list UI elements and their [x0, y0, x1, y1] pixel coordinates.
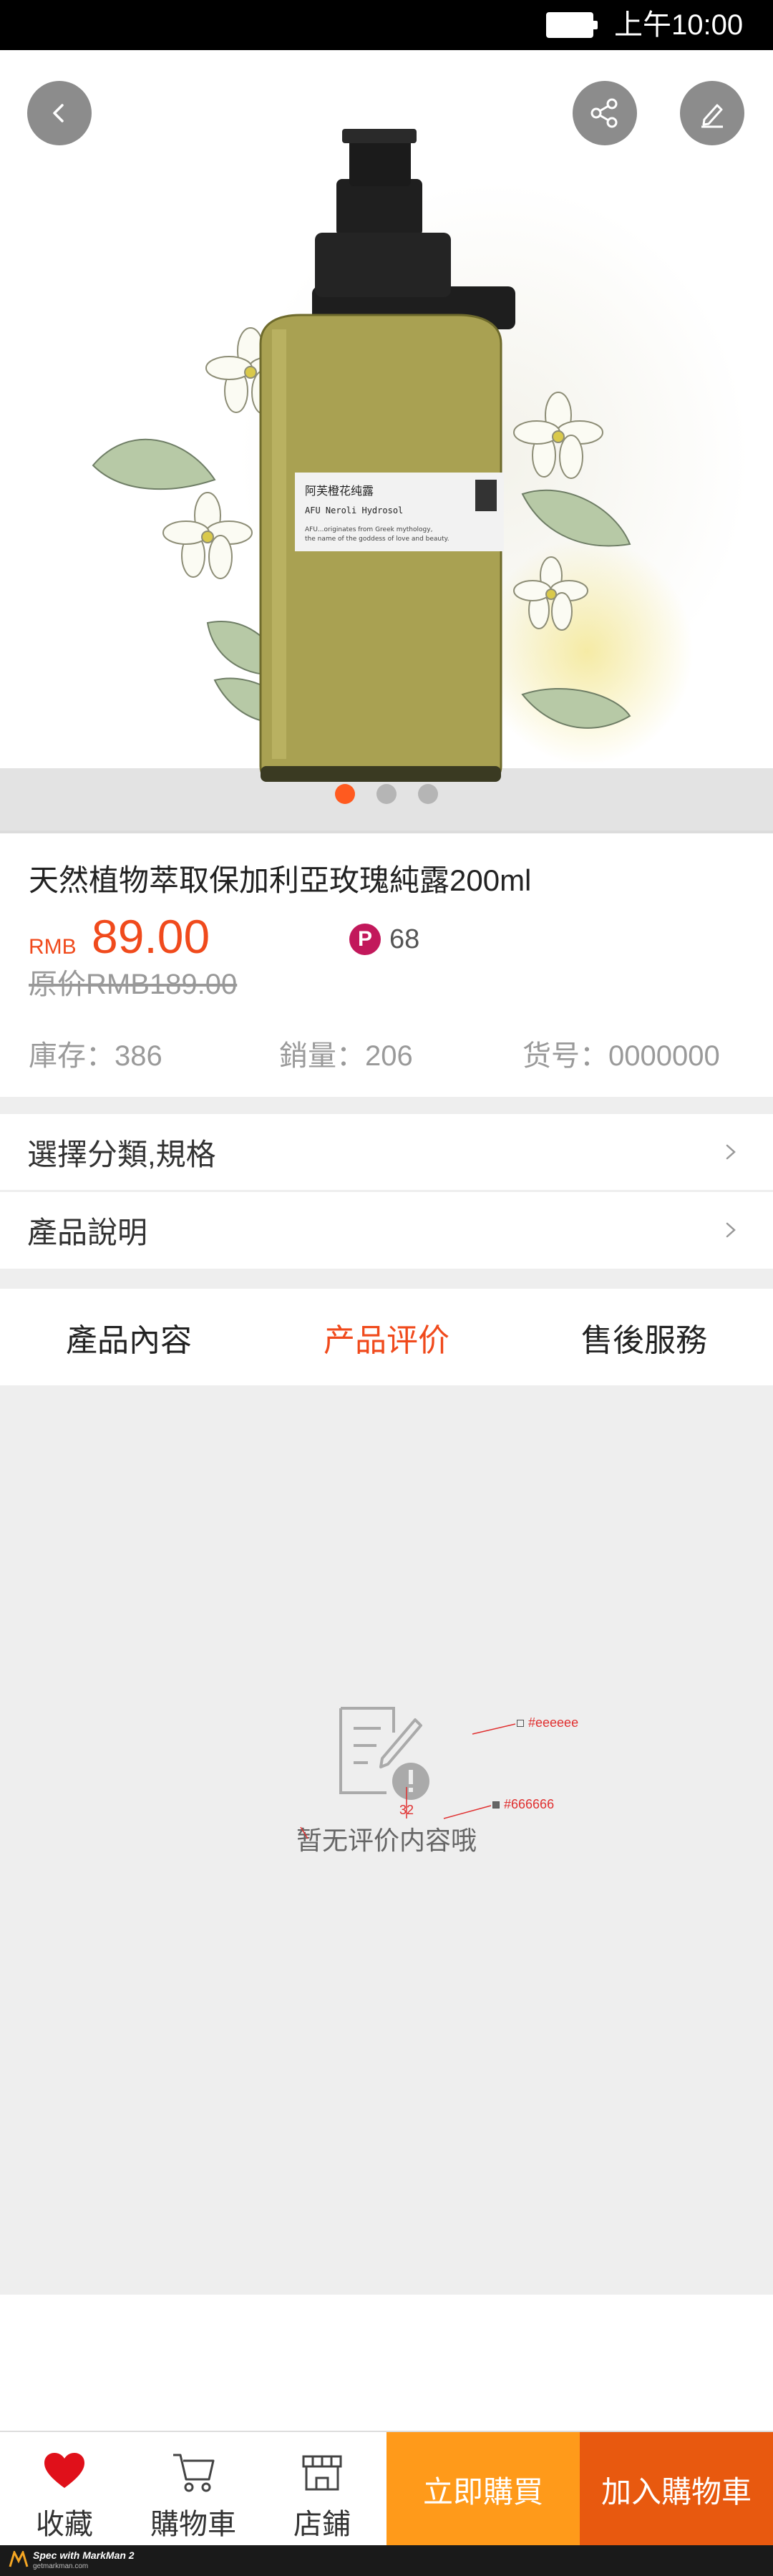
favorite-button[interactable]: 收藏: [0, 2432, 129, 2547]
cart-label: 購物車: [150, 2509, 236, 2540]
store-label: 店鋪: [293, 2509, 351, 2540]
spec-color-label: #eeeeee: [528, 1715, 579, 1730]
markman-logo-icon: [9, 2551, 29, 2567]
buy-now-button[interactable]: 立即購買: [386, 2432, 580, 2547]
spec-color-swatch: [492, 1801, 500, 1808]
favorite-label: 收藏: [36, 2509, 93, 2540]
store-button[interactable]: 店鋪: [258, 2432, 386, 2547]
spec-annotation-lines: [300, 1723, 516, 1839]
markman-url: getmarkman.com: [33, 2562, 89, 2570]
bottom-action-bar: 收藏 購物車 店鋪 立即購買 加入購物車: [0, 2431, 773, 2547]
markman-footer: Spec with MarkMan 2 getmarkman.com: [0, 2545, 773, 2576]
spec-color-label: #666666: [504, 1797, 555, 1811]
cart-icon: [173, 2454, 215, 2492]
heart-icon: [44, 2453, 84, 2488]
spec-color-swatch: [517, 1720, 524, 1727]
store-icon: [302, 2455, 342, 2491]
add-to-cart-button[interactable]: 加入購物車: [580, 2432, 773, 2547]
cart-button[interactable]: 購物車: [129, 2432, 258, 2547]
spec-size-label: 32: [399, 1803, 414, 1817]
markman-brand-text: Spec with MarkMan 2: [33, 2550, 135, 2561]
